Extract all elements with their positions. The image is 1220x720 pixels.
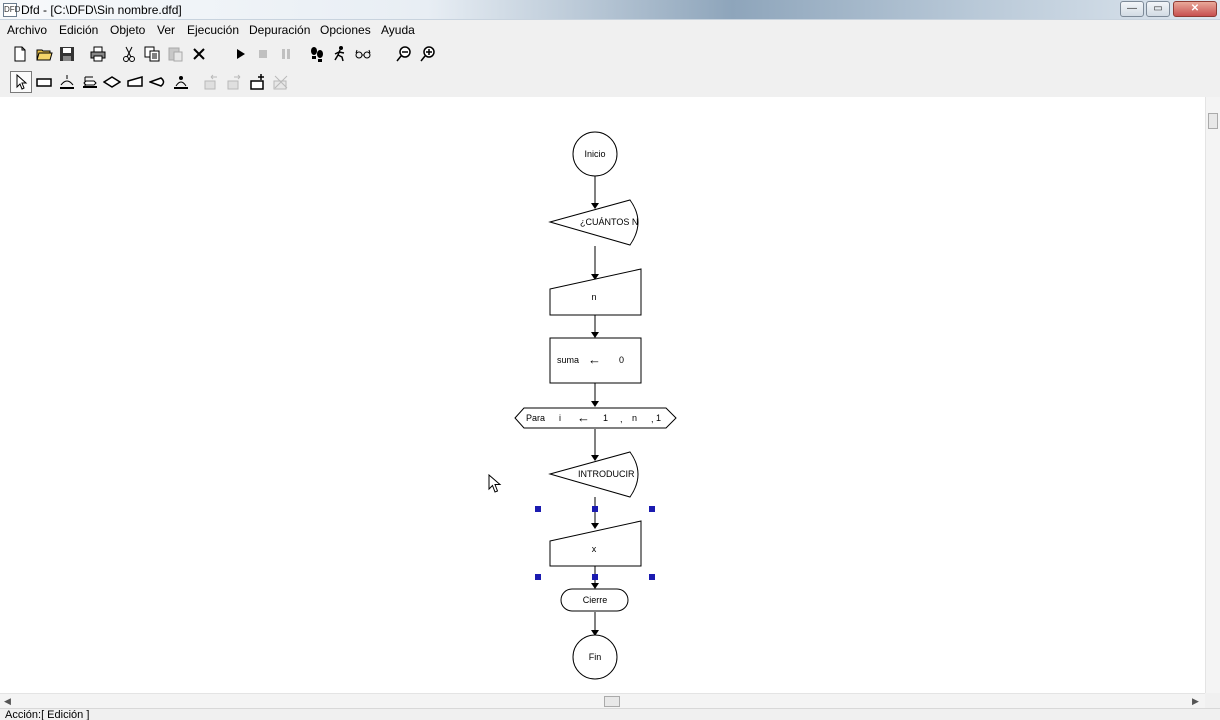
status-bar: Acción:[ Edición ] [0, 708, 1220, 720]
vertical-scrollbar[interactable] [1205, 97, 1220, 693]
copy-icon[interactable] [141, 43, 163, 65]
menu-opciones[interactable]: Opciones [320, 23, 371, 37]
write-icon[interactable] [147, 71, 169, 93]
close-button[interactable]: ✕ [1173, 1, 1217, 17]
selection-handle[interactable] [535, 506, 541, 512]
for-separator-1: , [620, 414, 623, 424]
pause-icon[interactable] [275, 43, 297, 65]
for-start: 1 [603, 413, 608, 423]
main-toolbar [0, 41, 1205, 67]
assignment-icon[interactable] [33, 71, 55, 93]
app-icon: DFD [3, 3, 20, 17]
for-step: 1 [656, 413, 661, 423]
step-icon[interactable] [306, 43, 328, 65]
assign-value: 0 [619, 355, 624, 365]
vertical-scroll-thumb[interactable] [1208, 113, 1218, 129]
for-arrow: ← [577, 410, 590, 425]
arrow-head [591, 455, 599, 461]
pointer-icon[interactable] [10, 71, 32, 93]
title-bar: DFD Dfd - [C:\DFD\Sin nombre.dfd] — ▭ ✕ [0, 0, 1220, 20]
watch-icon[interactable] [352, 43, 374, 65]
menu-objeto[interactable]: Objeto [110, 23, 145, 37]
arrow-head [591, 401, 599, 407]
menu-ayuda[interactable]: Ayuda [381, 23, 415, 37]
loop-close-label: Cierre [583, 595, 608, 605]
window-title: Dfd - [C:\DFD\Sin nombre.dfd] [21, 3, 182, 17]
print-icon[interactable] [87, 43, 109, 65]
zoom-in-icon[interactable] [417, 43, 439, 65]
horizontal-scroll-thumb[interactable] [604, 696, 620, 707]
decision-icon[interactable] [101, 71, 123, 93]
loop-for-icon[interactable] [79, 71, 101, 93]
paste-icon[interactable] [164, 43, 186, 65]
dfd-window: DFD Dfd - [C:\DFD\Sin nombre.dfd] — ▭ ✕ … [0, 0, 1220, 720]
stop-icon[interactable] [252, 43, 274, 65]
arrow-head [591, 332, 599, 338]
minimize-button[interactable]: — [1120, 1, 1144, 17]
for-var: i [559, 413, 561, 423]
for-separator-2: , [651, 414, 654, 424]
selection-handle[interactable] [592, 506, 598, 512]
maximize-button[interactable]: ▭ [1146, 1, 1170, 17]
assign-var: suma [557, 355, 579, 365]
arrow-head [591, 583, 599, 589]
arrow-head [591, 203, 599, 209]
menu-archivo[interactable]: Archivo [7, 23, 47, 37]
status-text: Acción:[ Edición ] [5, 709, 90, 720]
flowchart-canvas[interactable]: Inicio ¿CUÁNTOS N n suma ← 0 Para i ← 1 … [0, 97, 1205, 693]
flowchart: Inicio ¿CUÁNTOS N n suma ← 0 Para i ← 1 … [514, 131, 677, 680]
menu-ver[interactable]: Ver [157, 23, 175, 37]
delete-icon[interactable] [188, 43, 210, 65]
arrow-head [591, 523, 599, 529]
output-text-1: ¿CUÁNTOS N [580, 217, 638, 227]
scroll-right-icon[interactable]: ▶ [1192, 696, 1199, 707]
loop-while-icon[interactable] [56, 71, 78, 93]
end-label: Fin [589, 652, 602, 662]
scroll-left-icon[interactable]: ◀ [4, 696, 11, 707]
menu-ejecucion[interactable]: Ejecución [187, 23, 239, 37]
subprogram-delete-icon[interactable] [270, 71, 292, 93]
subprogram-prev-icon[interactable] [201, 71, 223, 93]
zoom-out-icon[interactable] [393, 43, 415, 65]
menu-edicion[interactable]: Edición [59, 23, 98, 37]
new-file-icon[interactable] [9, 43, 31, 65]
save-icon[interactable] [56, 43, 78, 65]
start-label: Inicio [584, 149, 605, 159]
read-var-1: n [591, 292, 596, 302]
menu-depuracion[interactable]: Depuración [249, 23, 310, 37]
assign-arrow: ← [588, 352, 601, 367]
run-icon[interactable] [229, 43, 251, 65]
read-var-2: x [592, 544, 597, 554]
for-end: n [632, 413, 637, 423]
open-folder-icon[interactable] [33, 43, 55, 65]
subprogram-icon[interactable] [170, 71, 192, 93]
mouse-pointer-icon [488, 474, 502, 493]
selection-handle[interactable] [649, 506, 655, 512]
menu-bar: Archivo Edición Objeto Ver Ejecución Dep… [0, 20, 1220, 41]
run-step-icon[interactable] [329, 43, 351, 65]
selection-handle[interactable] [649, 574, 655, 580]
selection-handle[interactable] [535, 574, 541, 580]
subprogram-new-icon[interactable] [247, 71, 269, 93]
cut-icon[interactable] [118, 43, 140, 65]
horizontal-scrollbar[interactable]: ◀ ▶ [0, 693, 1205, 708]
subprogram-next-icon[interactable] [224, 71, 246, 93]
selection-handle[interactable] [592, 574, 598, 580]
objects-toolbar [0, 69, 1205, 95]
output-text-2: INTRODUCIR [578, 469, 635, 479]
read-icon[interactable] [124, 71, 146, 93]
for-keyword: Para [526, 413, 545, 423]
